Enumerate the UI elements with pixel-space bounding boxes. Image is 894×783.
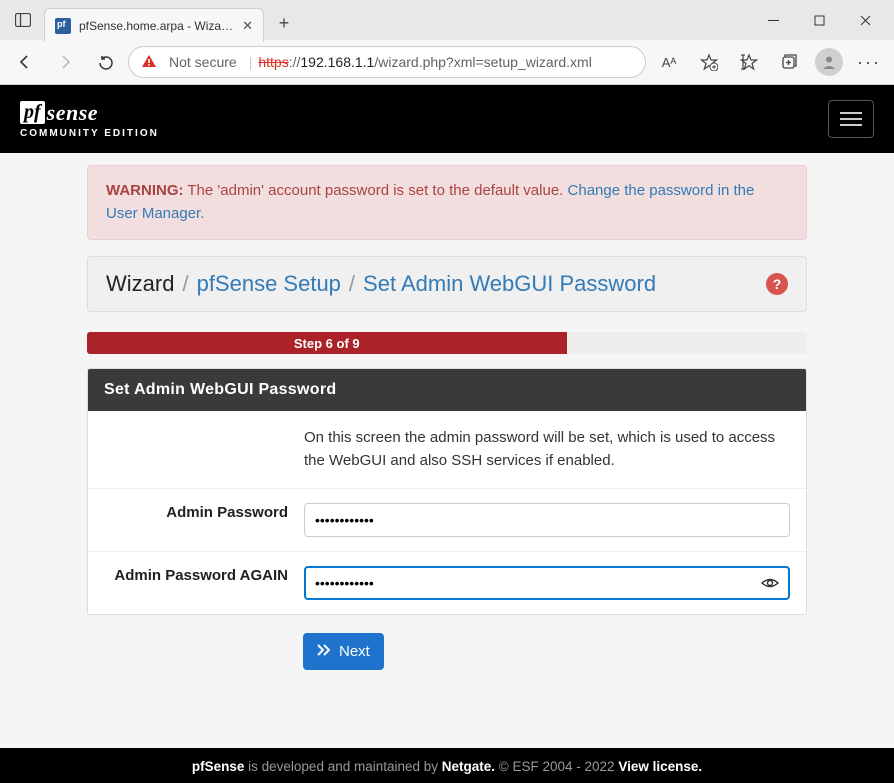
profile-button[interactable] [812,46,846,78]
wizard-progress: Step 6 of 9 [87,332,807,354]
panel-heading: Set Admin WebGUI Password [88,369,806,411]
breadcrumb-current-link[interactable]: Set Admin WebGUI Password [363,271,656,297]
warning-text: The 'admin' account password is set to t… [184,182,568,199]
brand-sense: sense [47,100,98,126]
window-maximize-button[interactable] [796,4,842,36]
admin-password-label: Admin Password [104,503,304,523]
favorites-bar-button[interactable] [732,46,766,78]
admin-password-again-label: Admin Password AGAIN [104,566,304,586]
menu-toggle-button[interactable] [828,100,874,138]
nav-back-button[interactable] [8,46,42,78]
breadcrumb: Wizard / pfSense Setup / Set Admin WebGU… [87,256,807,312]
url-path: /wizard.php?xml=setup_wizard.xml [374,54,591,70]
footer-product: pfSense [192,759,245,774]
page-footer: pfSense is developed and maintained by N… [0,748,894,783]
tab-favicon [55,18,71,34]
tab-close-icon[interactable]: ✕ [242,18,253,34]
password-panel: Set Admin WebGUI Password On this screen… [87,368,807,615]
reader-mode-button[interactable]: Aᴬ [652,46,686,78]
nav-refresh-button[interactable] [88,46,122,78]
nav-forward-button[interactable] [48,46,82,78]
url-protocol: https [258,54,288,70]
url-host: 192.168.1.1 [300,54,374,70]
progress-bar-label: Step 6 of 9 [87,332,567,354]
browser-tab[interactable]: pfSense.home.arpa - Wizard: pfS ✕ [44,8,264,42]
app-navbar: pfsense COMMUNITY EDITION [0,85,894,153]
tab-title: pfSense.home.arpa - Wizard: pfS [79,19,236,33]
next-button[interactable]: Next [303,633,384,670]
footer-mid: is developed and maintained by [244,759,441,774]
footer-license-link[interactable]: View license. [618,759,702,774]
window-minimize-button[interactable] [750,4,796,36]
warning-label: WARNING: [106,182,184,199]
help-icon[interactable]: ? [766,273,788,295]
new-tab-button[interactable]: + [270,9,298,37]
panel-description: On this screen the admin password will b… [88,411,806,489]
security-warning-icon [141,54,157,71]
reveal-password-icon[interactable] [760,573,780,598]
footer-company-link[interactable]: Netgate. [442,759,495,774]
tab-actions-icon[interactable] [6,6,40,34]
window-close-button[interactable] [842,4,888,36]
brand-pf: pf [20,101,45,124]
footer-copyright: © ESF 2004 - 2022 [495,759,618,774]
collections-button[interactable] [772,46,806,78]
admin-password-input[interactable] [304,503,790,537]
next-chevrons-icon [317,643,331,660]
admin-password-again-input[interactable] [304,566,790,600]
favorite-button[interactable] [692,46,726,78]
breadcrumb-root: Wizard [106,271,174,297]
next-button-label: Next [339,643,370,660]
brand-logo[interactable]: pfsense COMMUNITY EDITION [20,100,159,139]
not-secure-label: Not secure [169,54,237,70]
address-bar[interactable]: Not secure | https://192.168.1.1/wizard.… [128,46,646,78]
more-menu-button[interactable]: ··· [852,46,886,78]
brand-edition: COMMUNITY EDITION [20,128,159,139]
warning-alert: WARNING: The 'admin' account password is… [87,165,807,240]
breadcrumb-setup-link[interactable]: pfSense Setup [197,271,341,297]
